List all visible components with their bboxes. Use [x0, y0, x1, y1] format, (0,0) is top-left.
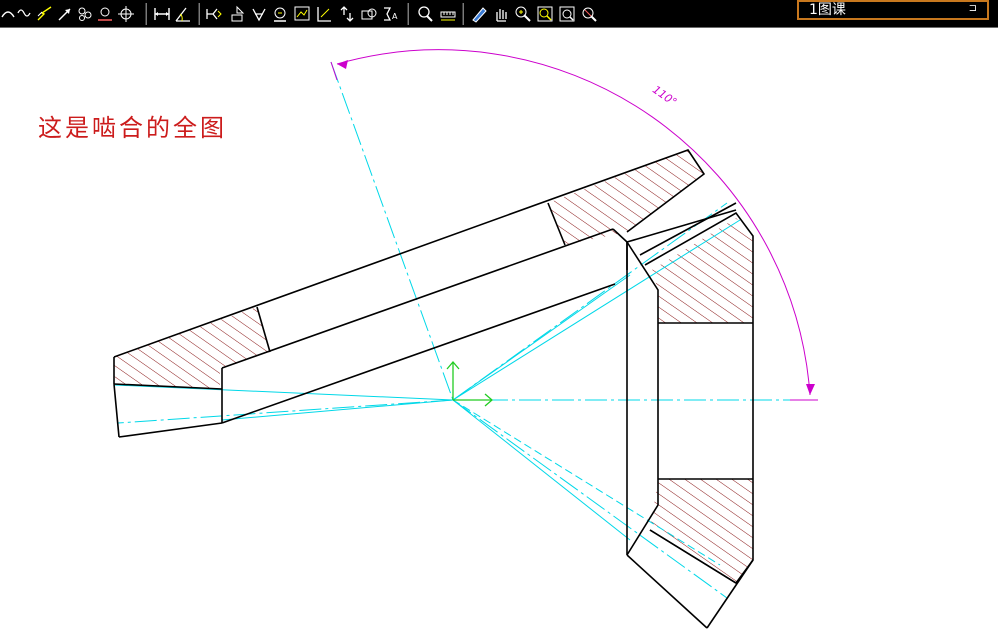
- text-icon[interactable]: A: [382, 5, 400, 23]
- pan-icon[interactable]: [492, 5, 510, 23]
- drawing-note: 这是啮合的全图: [38, 114, 227, 142]
- leader-icon[interactable]: [315, 5, 333, 23]
- datum-symbol-icon[interactable]: [228, 5, 246, 23]
- image-frame-icon[interactable]: [293, 5, 311, 23]
- break-line-icon[interactable]: [36, 5, 54, 23]
- gear-hatch-top: [652, 218, 753, 323]
- toolbar-separator: [145, 3, 147, 25]
- arrow-icon[interactable]: [56, 5, 74, 23]
- zoom-window-icon[interactable]: [536, 5, 554, 23]
- gear-hatch-bottom: [650, 479, 753, 583]
- linear-dimension-icon[interactable]: [153, 5, 171, 23]
- hatched-sections: [114, 150, 753, 583]
- cloud-line-icon[interactable]: [76, 5, 94, 23]
- query-icon[interactable]: [416, 5, 434, 23]
- layer-dropdown[interactable]: 1图课 ⊐: [797, 0, 989, 20]
- crosshair-icon[interactable]: [117, 5, 135, 23]
- measure-icon[interactable]: [439, 5, 457, 23]
- ucs-icon: [446, 361, 493, 407]
- toolbar-separator: [407, 3, 409, 25]
- tolerance-symbol-icon[interactable]: [250, 5, 268, 23]
- angle-dimension-text: 110°: [650, 83, 679, 109]
- toolbar-separator: [462, 3, 464, 25]
- dropdown-arrow-icon[interactable]: ⊐: [969, 1, 977, 17]
- layer-dropdown-value: 1图课: [809, 2, 846, 18]
- zoom-all-icon[interactable]: [558, 5, 576, 23]
- detail-view-icon[interactable]: [360, 5, 378, 23]
- cad-window: A 1图课 ⊐ 110° 这是啮合的全图: [0, 0, 998, 638]
- weld-symbol-icon[interactable]: [205, 5, 223, 23]
- surface-roughness-icon[interactable]: [271, 5, 289, 23]
- toolbar-separator: [198, 3, 200, 25]
- wave-line-icon[interactable]: [16, 5, 34, 23]
- pencil-icon[interactable]: [470, 5, 488, 23]
- angular-dimension-icon[interactable]: [174, 5, 192, 23]
- toolbar: A 1图课 ⊐: [0, 0, 998, 28]
- zoom-previous-icon[interactable]: [580, 5, 598, 23]
- balloon-icon[interactable]: [338, 5, 356, 23]
- svg-text:A: A: [392, 12, 398, 21]
- circle-center-icon[interactable]: [96, 5, 114, 23]
- zoom-realtime-icon[interactable]: [514, 5, 532, 23]
- pinion-hatch-top: [548, 150, 704, 245]
